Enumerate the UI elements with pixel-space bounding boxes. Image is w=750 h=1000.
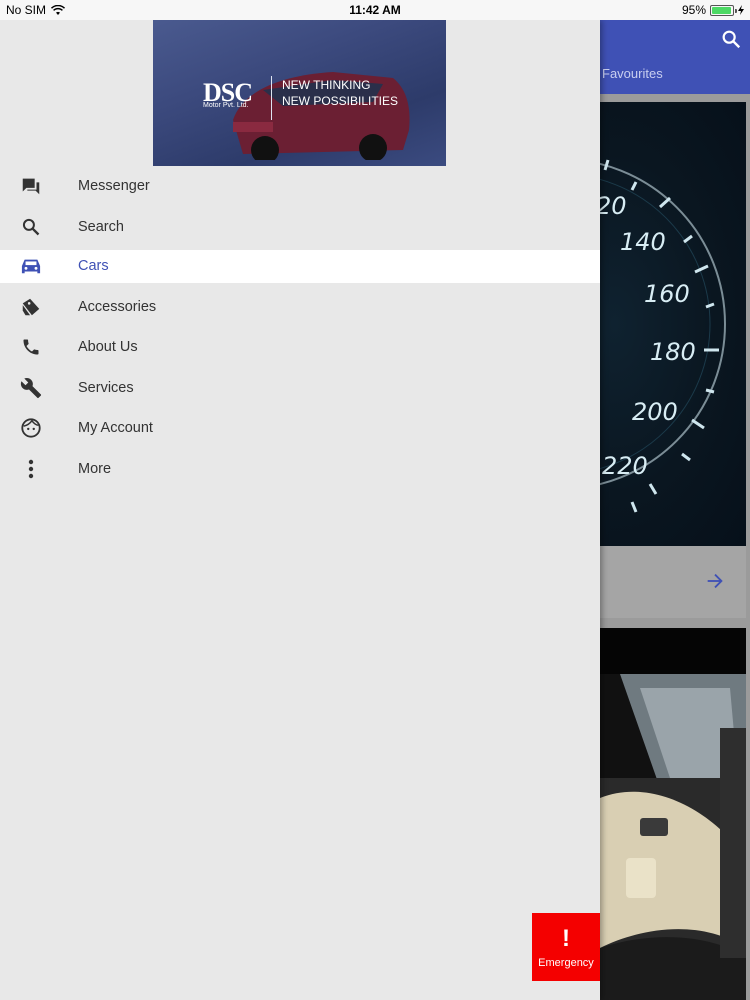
car-icon (20, 255, 42, 277)
face-icon (20, 417, 42, 439)
battery-percent: 95% (681, 3, 706, 17)
car-interior-image[interactable] (600, 628, 746, 1000)
menu-item-label: My Account (78, 420, 153, 437)
clock: 11:42 AM (349, 3, 401, 17)
speedometer-image[interactable]: 20 140 160 180 200 220 (600, 102, 746, 546)
menu-item-my-account[interactable]: My Account (0, 408, 600, 448)
banner-divider (271, 76, 272, 120)
header-banner: DSC Motor Pvt. Ltd. NEW THINKING NEW POS… (153, 20, 446, 166)
menu-item-label: Messenger (78, 178, 150, 195)
tagline-line-1: NEW THINKING (282, 78, 371, 92)
charging-icon (738, 5, 744, 15)
menu-item-label: Search (78, 218, 124, 235)
speedo-label: 200 (632, 398, 678, 426)
emergency-label: Emergency (538, 957, 594, 969)
navigation-drawer: DSC Motor Pvt. Ltd. NEW THINKING NEW POS… (0, 20, 600, 1000)
brand-subtitle: Motor Pvt. Ltd. (203, 102, 249, 109)
speedo-label: 140 (620, 228, 666, 256)
drawer-menu: Messenger Search Cars Accessories About … (0, 166, 600, 489)
search-icon[interactable] (720, 28, 742, 50)
tag-icon (20, 296, 42, 318)
card-footer (600, 546, 746, 618)
phone-icon (20, 336, 42, 358)
speedo-label: 160 (644, 280, 690, 308)
menu-item-about-us[interactable]: About Us (0, 327, 600, 367)
battery-icon (710, 4, 737, 16)
menu-item-cars[interactable]: Cars (0, 249, 600, 283)
alert-icon: ! (562, 925, 570, 952)
menu-item-search[interactable]: Search (0, 206, 600, 246)
chat-icon (20, 175, 42, 197)
menu-item-services[interactable]: Services (0, 368, 600, 408)
menu-item-label: Accessories (78, 298, 157, 315)
arrow-forward-icon[interactable] (704, 570, 726, 592)
app-toolbar: Favourites (600, 20, 750, 94)
search-icon (20, 216, 42, 238)
speedo-label: 220 (602, 452, 648, 480)
background-app: Favourites 20 140 160 (600, 20, 750, 1000)
speedo-label: 180 (650, 338, 696, 366)
menu-item-label: More (78, 460, 112, 477)
menu-item-label: Services (78, 379, 134, 396)
menu-item-accessories[interactable]: Accessories (0, 287, 600, 327)
menu-item-messenger[interactable]: Messenger (0, 166, 600, 206)
status-bar: No SIM 11:42 AM 95% (0, 0, 750, 20)
tagline-line-2: NEW POSSIBILITIES (282, 94, 399, 108)
tab-favourites[interactable]: Favourites (602, 66, 663, 81)
wrench-icon (20, 377, 42, 399)
menu-item-more[interactable]: More (0, 448, 600, 488)
speedo-label: 20 (600, 192, 627, 220)
more-vert-icon (20, 458, 42, 480)
menu-item-label: About Us (78, 339, 138, 356)
emergency-button[interactable]: ! Emergency (532, 913, 600, 981)
menu-item-label: Cars (78, 258, 109, 275)
